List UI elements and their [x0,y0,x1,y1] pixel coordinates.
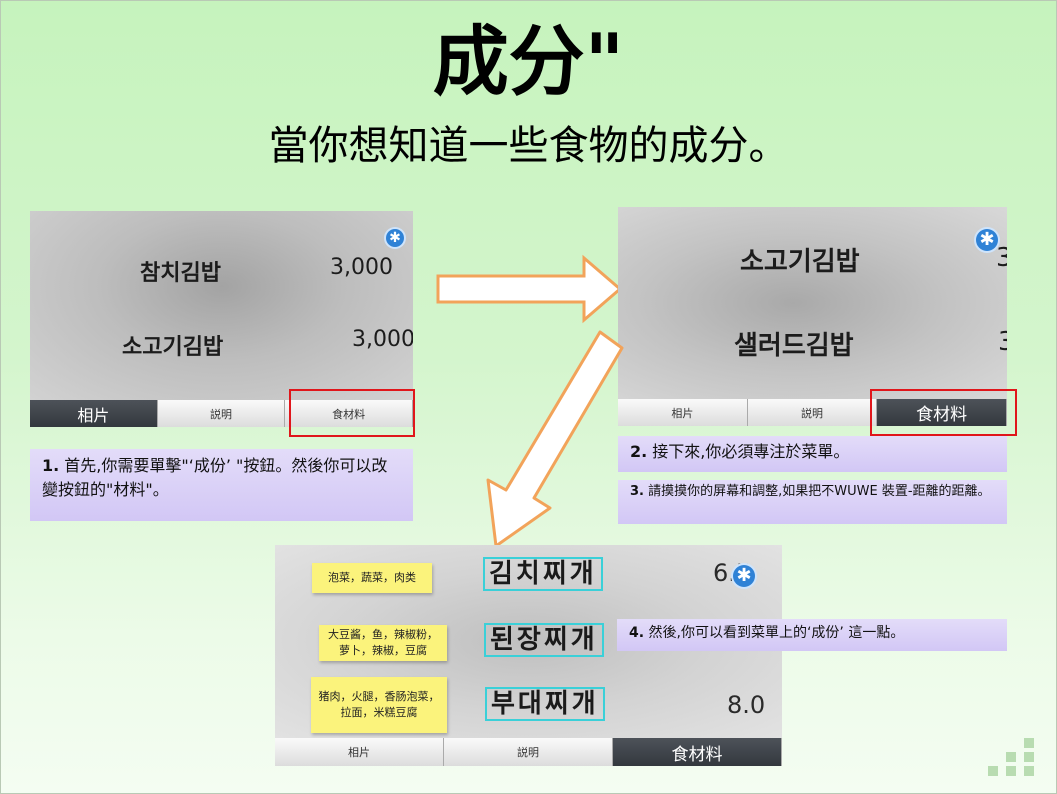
menu-item-name: 샐러드김밥 [734,331,854,361]
decorative-square [1024,766,1034,776]
step1-caption: 1. 首先,你需要單擊"‘成份’ "按鈕。然後你可以改變按鈕的"材料"。 [30,449,413,521]
tab-bar: 相片 説明 食材料 [275,738,782,766]
step-text: 首先,你需要單擊"‘成份’ "按鈕。然後你可以改變按鈕的"材料"。 [42,456,388,499]
menu-item-price: 3,000 [352,327,413,352]
tab-help[interactable]: 説明 [157,400,286,427]
menu-item-name: 소고기김밥 [740,247,860,277]
gear-icon[interactable]: ✱ [386,229,404,247]
highlight-box [870,389,1017,436]
step2-caption: 2. 接下來,你必須專注於菜單。 [618,436,1007,472]
menu-item-price: 3 [998,327,1007,357]
tab-photo[interactable]: 相片 [618,399,748,426]
step-number: 3. [630,484,644,499]
dish-name: 된장찌개 [484,623,604,657]
slide-subtitle: 當你想知道一些食物的成分。 [268,123,789,169]
decorative-square [988,766,998,776]
slide-title: 成分" [432,17,625,106]
menu-item-price: 3,000 [330,255,393,280]
step-text: 接下來,你必須專注於菜單。 [647,442,850,461]
menu-photo [618,207,1007,399]
step-number: 1. [42,456,60,475]
tab-help[interactable]: 説明 [747,399,878,426]
highlight-box [289,389,415,437]
ingredient-note: 泡菜，蔬菜，肉类 [312,563,432,593]
dish-name: 부대찌개 [485,687,605,721]
decorative-square [1006,766,1016,776]
decorative-square [1024,738,1034,748]
screenshot-step4: 泡菜，蔬菜，肉类 김치찌개 6.5 ✱ 大豆酱，鱼，辣椒粉，萝卜，辣椒，豆腐 된… [275,545,782,766]
dish-price: 8.0 [727,691,766,719]
menu-photo [30,211,413,400]
tab-help[interactable]: 説明 [444,738,613,766]
arrow-icon [486,330,624,548]
step-number: 4. [629,625,645,641]
tab-ingredients[interactable]: 食材料 [613,738,782,766]
tab-photo[interactable]: 相片 [275,738,444,766]
decorative-square [1024,752,1034,762]
menu-item-name: 소고기김밥 [122,335,224,360]
step-text: 請摸摸你的屏幕和調整,如果把不WUWE 裝置-距離的距離。 [643,484,991,499]
step-text: 然後,你可以看到菜單上的‘成份’ 這一點。 [644,625,905,641]
ingredient-note: 大豆酱，鱼，辣椒粉，萝卜，辣椒，豆腐 [319,625,447,661]
step3-caption: 3. 請摸摸你的屏幕和調整,如果把不WUWE 裝置-距離的距離。 [618,480,1007,524]
step4-caption: 4. 然後,你可以看到菜單上的‘成份’ 這一點。 [617,619,1007,651]
menu-item-name: 참치김밥 [140,261,221,286]
gear-icon[interactable]: ✱ [733,565,755,587]
gear-icon[interactable]: ✱ [976,229,998,251]
dish-name: 김치찌개 [483,557,603,591]
ingredient-note: 猪肉，火腿，香肠泡菜，拉面，米糕豆腐 [311,677,447,733]
step-number: 2. [630,442,648,461]
tab-photo[interactable]: 相片 [30,400,158,427]
decorative-square [1006,752,1016,762]
menu-item-price: 3 [996,243,1007,273]
arrow-icon [436,254,623,324]
